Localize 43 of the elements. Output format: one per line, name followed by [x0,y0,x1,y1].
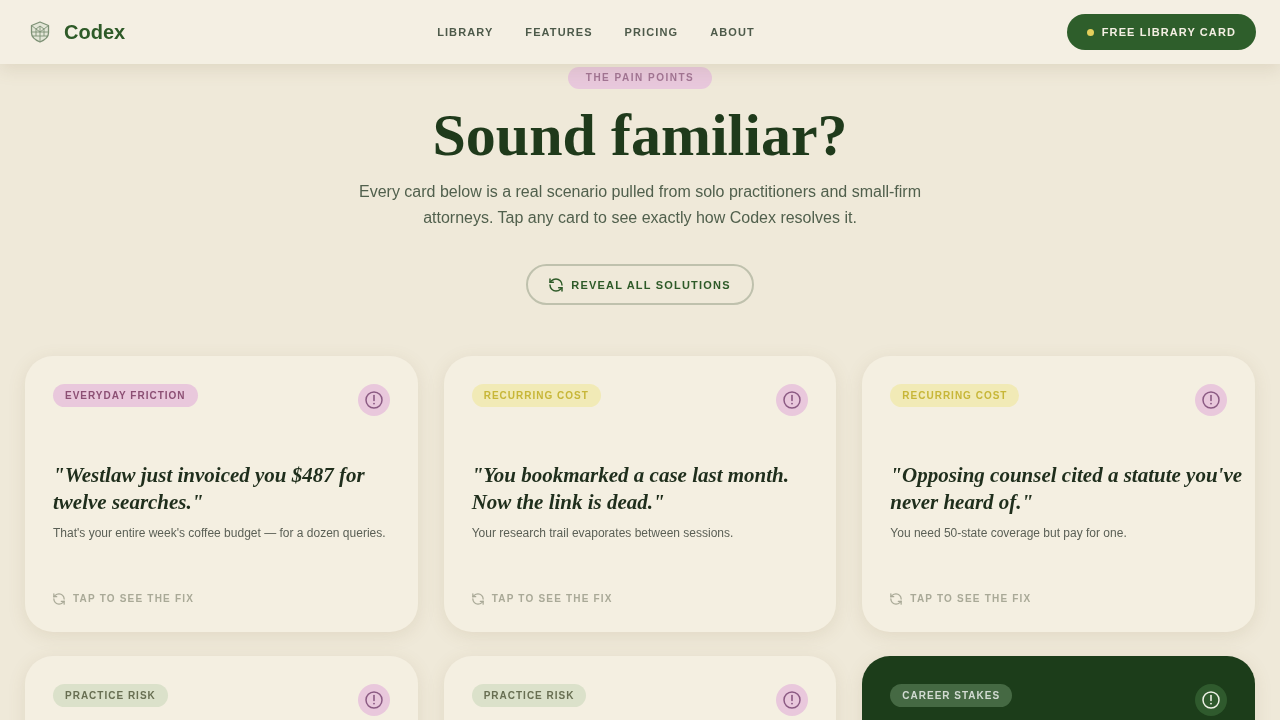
problem-card[interactable]: EVERYDAY FRICTION "Westlaw just invoiced you $487 for twelve searches." That's your entire week's coffee budget — for a dozen queries. TAP TO SEE THE FIX [25,356,418,632]
alert-icon [1195,384,1227,416]
alert-icon [357,384,390,416]
nav-link[interactable]: PRICING [624,25,679,39]
category-tag: RECURRING COST [890,384,1020,407]
problem-card[interactable]: PRACTICE RISK [25,656,418,720]
problem-detail: You need 50-state coverage but pay for one. [890,525,1128,542]
problem-quote: "Westlaw just invoiced you $487 for twelve searches." [53,462,366,516]
brand-link[interactable]: Codex [30,20,126,44]
nav-link[interactable]: FEATURES [525,25,593,39]
section-description: Every card below is a real scenario pulled from solo practitioners and small-firm attorneys. Tap any card to see exactly how Codex resolves it. [358,182,922,228]
section-title: Sound familiar? [432,102,848,168]
alert-icon [776,684,809,716]
refresh-icon [890,593,903,605]
problem-detail: That's your entire week's coffee budget — for a dozen queries. [53,525,387,542]
category-tag: EVERYDAY FRICTION [53,384,198,407]
nav-link[interactable]: ABOUT [710,25,755,39]
problem-card[interactable]: PRACTICE RISK [443,656,837,720]
tap-hint: TAP TO SEE THE FIX [491,592,613,606]
problem-quote: "Opposing counsel cited a statute you've never heard of." [890,462,1243,516]
nav-link[interactable]: LIBRARY [437,25,494,39]
tap-hint: TAP TO SEE THE FIX [910,592,1032,606]
reveal-solutions-button[interactable]: REVEAL ALL SOLUTIONS [526,264,754,305]
shield-icon [30,21,50,43]
refresh-icon [549,277,564,292]
tap-hint: TAP TO SEE THE FIX [73,592,195,606]
dot-icon [1086,28,1094,36]
alert-icon [357,684,390,716]
refresh-icon [53,593,65,605]
section-label: THE PAIN POINTS [567,67,713,89]
category-tag: PRACTICE RISK [53,684,168,707]
problem-quote: "You bookmarked a case last month. Now the link is dead." [471,462,790,516]
category-tag: CAREER STAKES [890,684,1013,707]
category-tag: PRACTICE RISK [471,684,587,707]
alert-icon [1195,684,1227,716]
problem-card[interactable]: RECURRING COST "You bookmarked a case last month. Now the link is dead." Your research trail evaporates between sessions. TAP TO SEE THE FIX [443,356,837,632]
category-tag: RECURRING COST [471,384,601,407]
problem-card[interactable]: CAREER STAKES [862,656,1255,720]
alert-icon [776,384,809,416]
problem-detail: Your research trail evaporates between sessions. [471,525,735,542]
refresh-icon [471,593,484,605]
problem-card[interactable]: RECURRING COST "Opposing counsel cited a statute you've never heard of." You need 50-state coverage but pay for one. TAP TO SEE THE FIX [862,356,1255,632]
library-card-button[interactable]: FREE LIBRARY CARD [1066,14,1256,50]
